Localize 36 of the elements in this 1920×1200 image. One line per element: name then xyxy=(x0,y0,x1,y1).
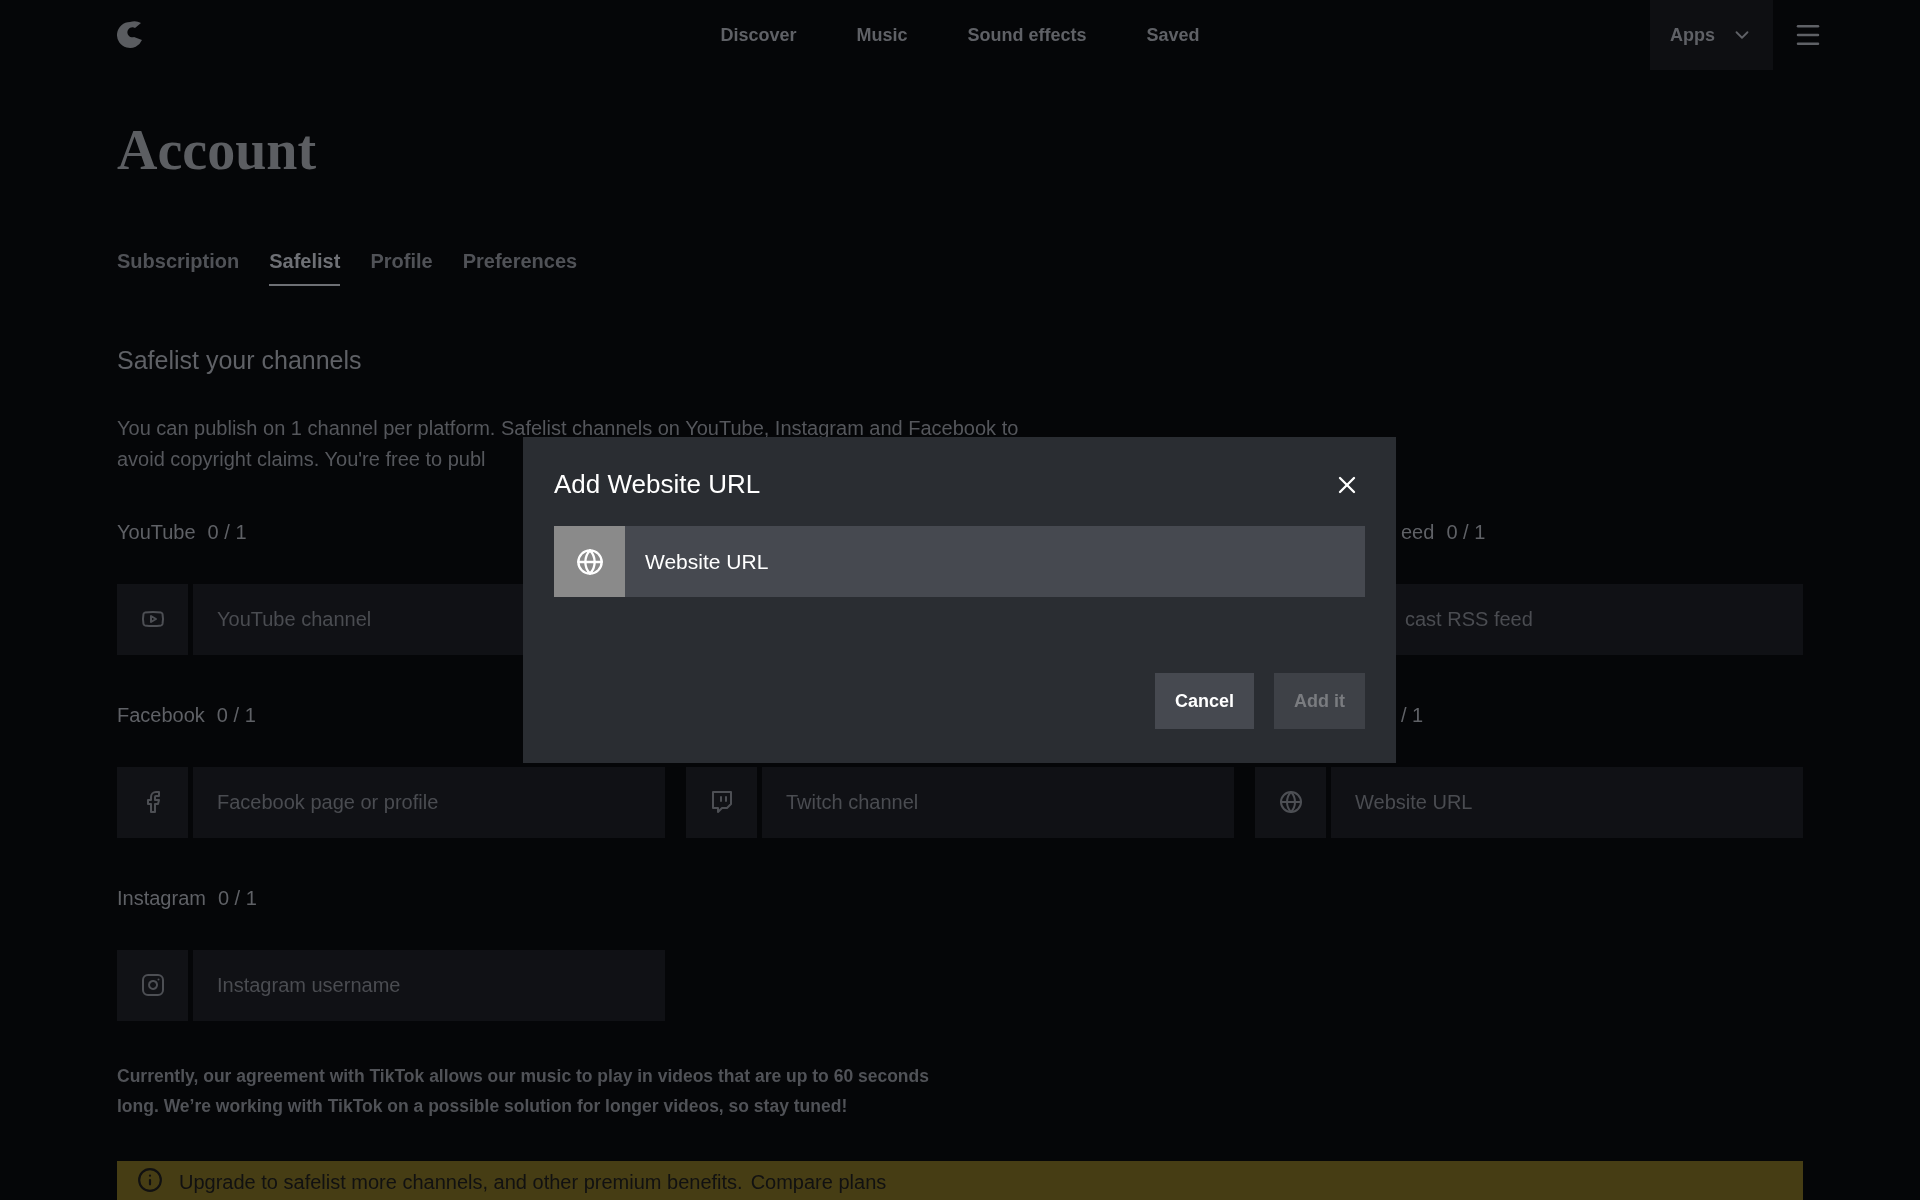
channel-count: 0 / 1 xyxy=(216,702,256,728)
tab[interactable]: Preferences xyxy=(462,246,578,286)
page-title: Account xyxy=(117,122,318,178)
tab[interactable]: Profile xyxy=(370,246,433,286)
channel-count: 0 / 1 xyxy=(217,885,257,911)
logo-icon[interactable] xyxy=(117,20,143,50)
channel-input[interactable]: Instagram username xyxy=(193,949,665,1021)
dialog-title: Add Website URL xyxy=(554,468,761,501)
channel-input[interactable]: Twitch channel xyxy=(762,766,1234,838)
channel-count: 0 / 1 xyxy=(1446,519,1486,545)
channel-input[interactable]: Facebook page or profile xyxy=(193,766,665,838)
nav-link[interactable]: Discover xyxy=(720,21,797,49)
channel-label: eed xyxy=(1401,519,1435,545)
channel-input[interactable]: Website URL xyxy=(1331,766,1803,838)
camera-icon xyxy=(140,973,165,997)
channel-label: YouTube xyxy=(117,519,196,545)
channel-label: Facebook xyxy=(117,702,205,728)
section-title: Safelist your channels xyxy=(117,345,363,376)
twitch-icon xyxy=(709,790,734,814)
nav-link[interactable]: Sound effects xyxy=(967,21,1087,49)
channel-count: 0 / 1 xyxy=(207,519,247,545)
tab[interactable]: Subscription xyxy=(117,246,240,286)
globe-icon xyxy=(575,547,604,576)
tab[interactable]: Safelist xyxy=(269,246,341,286)
apps-button[interactable]: Apps xyxy=(1650,0,1773,70)
globe-icon xyxy=(1278,790,1303,814)
intro-text: You can publish on 1 channel per platform. Safelist channels on YouTube, Instagram and Facebook to xyxy=(117,415,1019,441)
dialog-button[interactable]: Cancel xyxy=(1154,673,1254,729)
channel-label: Instagram xyxy=(117,885,206,911)
intro-text: avoid copyright claims. You're free to publ xyxy=(117,446,486,472)
url-input-field[interactable]: Website URL xyxy=(625,526,1365,597)
channel-count: / 1 xyxy=(1401,702,1424,728)
tiktok-note: Currently, our agreement with TikTok allows our music to play in videos that are up to 60 seconds long. We’re working with TikTok on a possible solution for longer videos, so stay tuned! xyxy=(117,1064,930,1118)
nav-link[interactable]: Saved xyxy=(1146,21,1200,49)
info-icon xyxy=(137,1166,163,1193)
nav-link[interactable]: Music xyxy=(856,21,908,49)
